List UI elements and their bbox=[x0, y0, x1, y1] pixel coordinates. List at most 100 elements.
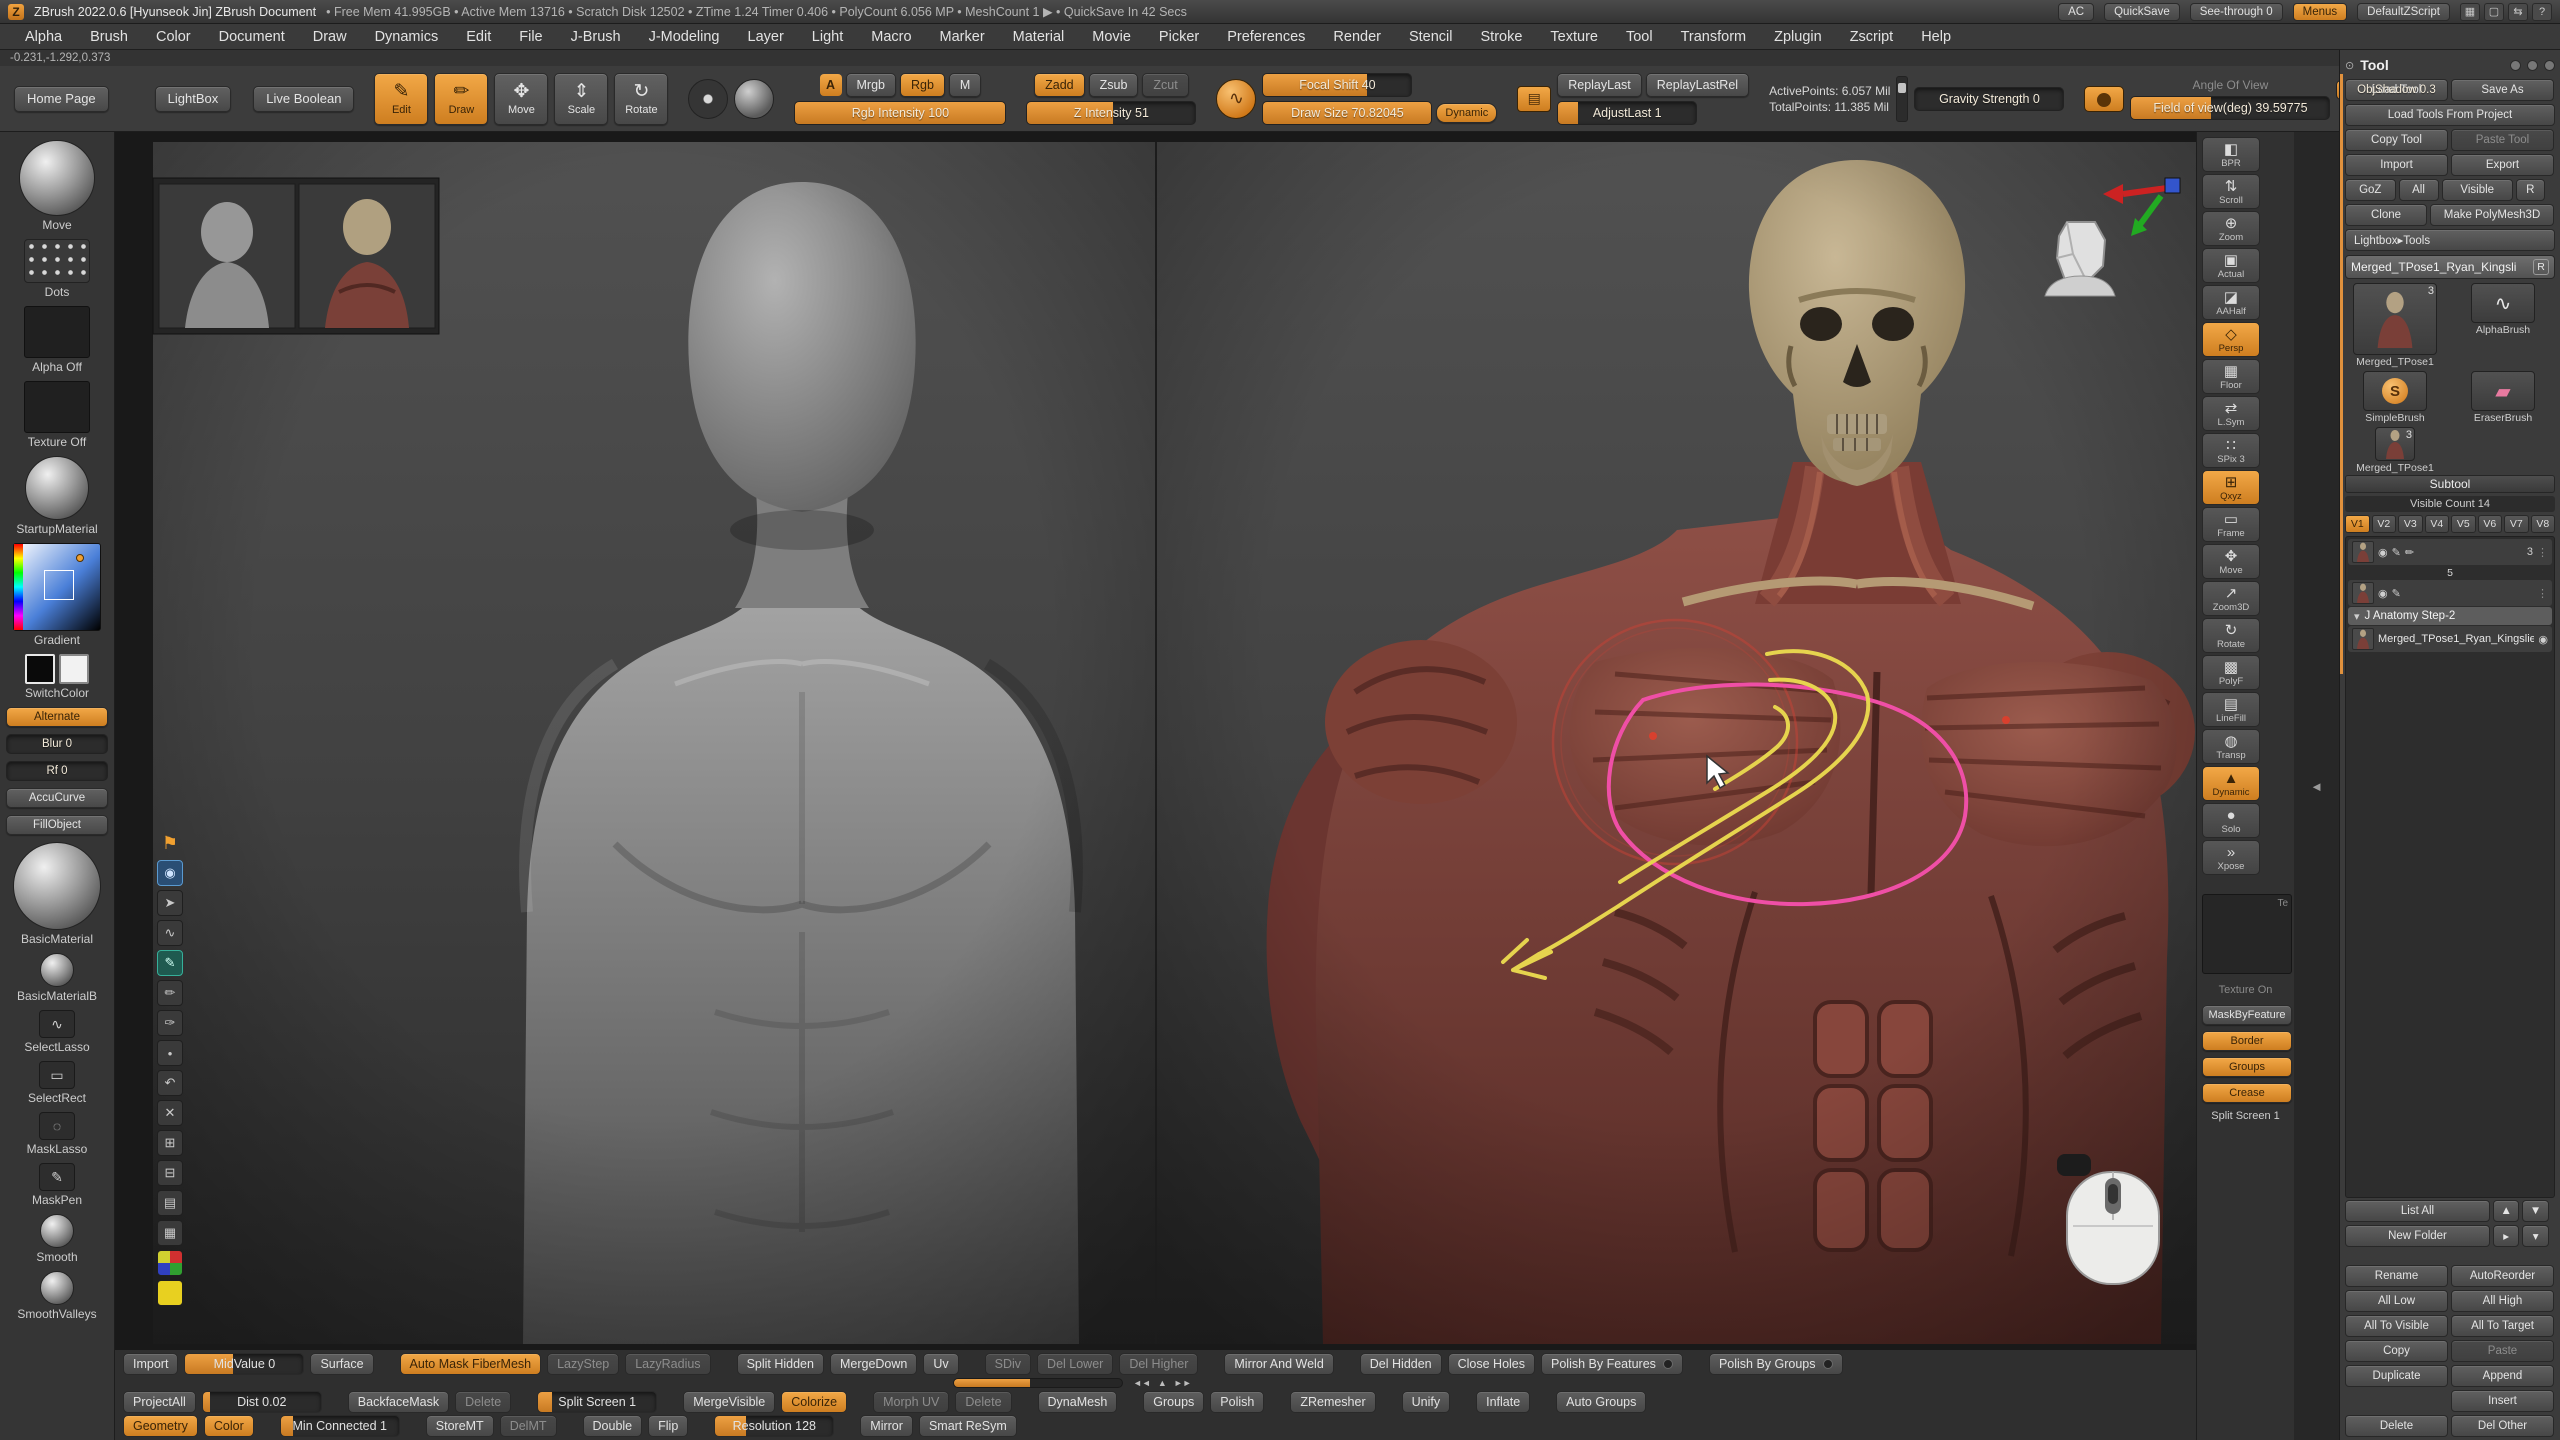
monitor-icon[interactable]: ▢ bbox=[2484, 3, 2504, 21]
surface-button[interactable]: Surface bbox=[310, 1353, 373, 1375]
draw-mode-button[interactable]: ✏ Draw bbox=[434, 73, 488, 125]
save-as-button[interactable]: Save As bbox=[2451, 79, 2554, 101]
split-hidden-button[interactable]: Split Hidden bbox=[737, 1353, 824, 1375]
rotate-button[interactable]: ↻ Rotate bbox=[2202, 618, 2260, 653]
trash-icon[interactable]: ✕ bbox=[157, 1100, 183, 1126]
polish-button[interactable]: Polish bbox=[1210, 1391, 1264, 1413]
paste-tool-button[interactable]: Paste Tool bbox=[2451, 129, 2554, 151]
visible-count-slider[interactable]: Visible Count 14 bbox=[2345, 496, 2555, 512]
paste-button[interactable]: Paste bbox=[2451, 1340, 2554, 1362]
double-button[interactable]: Double bbox=[583, 1415, 643, 1437]
replay-last-button[interactable]: ReplayLast bbox=[1557, 73, 1642, 97]
close-holes-button[interactable]: Close Holes bbox=[1448, 1353, 1535, 1375]
palette-pin-icon[interactable]: ⊙ bbox=[2345, 59, 2354, 72]
polish-by-groups-button[interactable]: Polish By Groups bbox=[1709, 1353, 1843, 1375]
zoom3d-button[interactable]: ↗ Zoom3D bbox=[2202, 581, 2260, 616]
menu-item[interactable]: Marker bbox=[927, 26, 998, 48]
subtool-version-tab[interactable]: V7 bbox=[2504, 515, 2529, 533]
menu-item[interactable]: Dynamics bbox=[362, 26, 452, 48]
mergedown-button[interactable]: MergeDown bbox=[830, 1353, 917, 1375]
eye-icon[interactable]: ◉ bbox=[2378, 546, 2388, 559]
menu-item[interactable]: Brush bbox=[77, 26, 141, 48]
subtool-version-tab[interactable]: V4 bbox=[2425, 515, 2450, 533]
rename-button[interactable]: Rename bbox=[2345, 1265, 2448, 1287]
points-vertical-slider[interactable] bbox=[1896, 76, 1908, 122]
lasso-icon[interactable]: ∿ bbox=[157, 920, 183, 946]
folder-expand-button[interactable]: ▾ bbox=[2522, 1225, 2548, 1247]
groups-button[interactable]: Groups bbox=[2202, 1057, 2292, 1077]
rgb-swatch[interactable] bbox=[157, 1250, 183, 1276]
subtool-version-tab[interactable]: V6 bbox=[2478, 515, 2503, 533]
panel-collapse-arrow-icon[interactable]: ◄ bbox=[2310, 779, 2323, 794]
m-button[interactable]: M bbox=[949, 73, 981, 97]
copy-icon[interactable]: ⊞ bbox=[157, 1130, 183, 1156]
menu-item[interactable]: Color bbox=[143, 26, 204, 48]
pencil-icon[interactable]: ✏ bbox=[157, 980, 183, 1006]
transp-button[interactable]: ◍ Transp bbox=[2202, 729, 2260, 764]
sidebar-item-material[interactable]: StartupMaterial bbox=[6, 456, 108, 536]
goz-visible-button[interactable]: Visible bbox=[2442, 179, 2514, 201]
menu-item[interactable]: Draw bbox=[300, 26, 360, 48]
texture-preview-box[interactable]: Te bbox=[2202, 894, 2292, 974]
eye-icon[interactable]: ◉ bbox=[2538, 633, 2548, 646]
zremesher-button[interactable]: ZRemesher bbox=[1290, 1391, 1375, 1413]
default-zscript-button[interactable]: DefaultZScript bbox=[2357, 3, 2450, 21]
menu-item[interactable]: Transform bbox=[1668, 26, 1760, 48]
menu-item[interactable]: Macro bbox=[858, 26, 924, 48]
document-thumbnails[interactable] bbox=[153, 178, 439, 334]
active-tool-thumbnail[interactable]: 3 bbox=[2353, 283, 2437, 355]
draw-size-slider[interactable]: Draw Size 70.82045 bbox=[1262, 101, 1432, 125]
menu-item[interactable]: Light bbox=[799, 26, 856, 48]
move-button[interactable]: ✥ Move bbox=[2202, 544, 2260, 579]
camera-icon[interactable] bbox=[2084, 86, 2124, 112]
tray-arrow[interactable]: ▲ bbox=[1158, 1378, 1167, 1388]
subtool-version-tab[interactable]: V3 bbox=[2398, 515, 2423, 533]
menu-item[interactable]: Help bbox=[1908, 26, 1964, 48]
clone-button[interactable]: Clone bbox=[2345, 204, 2427, 226]
active-tool-bar[interactable]: Merged_TPose1_Ryan_Kingsli R bbox=[2345, 255, 2555, 279]
midvalue-slider[interactable]: MidValue 0 bbox=[184, 1353, 304, 1375]
flip-button[interactable]: Flip bbox=[648, 1415, 688, 1437]
split-screen-label[interactable]: Split Screen 1 bbox=[2200, 1110, 2291, 1122]
import-bottom-button[interactable]: Import bbox=[123, 1353, 178, 1375]
mergevisible-button[interactable]: MergeVisible bbox=[683, 1391, 775, 1413]
sidebar-item-color-picker[interactable]: Gradient bbox=[6, 543, 108, 647]
rf-slider[interactable]: Rf 0 bbox=[6, 761, 108, 781]
quicksave-button[interactable]: QuickSave bbox=[2104, 3, 2180, 21]
subtool-version-tab[interactable]: V1 bbox=[2345, 515, 2370, 533]
scroll-button[interactable]: ⇅ Scroll bbox=[2202, 174, 2260, 209]
projectall-button[interactable]: ProjectAll bbox=[123, 1391, 196, 1413]
alpha-preview-icon[interactable] bbox=[734, 79, 774, 119]
lazyradius-button[interactable]: LazyRadius bbox=[625, 1353, 710, 1375]
adjust-last-slider[interactable]: AdjustLast 1 bbox=[1557, 101, 1697, 125]
quickpick-pin-icon[interactable]: ⚑ bbox=[157, 830, 183, 856]
all-high-button[interactable]: All High bbox=[2451, 1290, 2554, 1312]
border-button[interactable]: Border bbox=[2202, 1031, 2292, 1051]
paste-icon[interactable]: ⊟ bbox=[157, 1160, 183, 1186]
sidebar-item-alpha[interactable]: Alpha Off bbox=[6, 306, 108, 374]
zsub-button[interactable]: Zsub bbox=[1089, 73, 1139, 97]
menu-item[interactable]: Render bbox=[1320, 26, 1394, 48]
menu-item[interactable]: Material bbox=[1000, 26, 1078, 48]
make-polymesh3d-button[interactable]: Make PolyMesh3D bbox=[2430, 204, 2554, 226]
sidebar-item-select-lasso[interactable]: ∿ SelectLasso bbox=[6, 1010, 108, 1054]
all-to-target-button[interactable]: All To Target bbox=[2451, 1315, 2554, 1337]
sidebar-item-move[interactable]: Move bbox=[6, 140, 108, 232]
goz-button[interactable]: GoZ bbox=[2345, 179, 2396, 201]
morph-uv-button[interactable]: Morph UV bbox=[873, 1391, 949, 1413]
aahalf-button[interactable]: ◪ AAHalf bbox=[2202, 285, 2260, 320]
pen-icon[interactable]: ✎ bbox=[157, 950, 183, 976]
field-of-view-slider[interactable]: Field of view(deg) 39.59775 bbox=[2130, 96, 2330, 120]
subtool-version-tab[interactable]: V8 bbox=[2531, 515, 2556, 533]
export-button[interactable]: Export bbox=[2451, 154, 2554, 176]
new-folder-button[interactable]: New Folder bbox=[2345, 1225, 2490, 1247]
resolution-slider[interactable]: Resolution 128 bbox=[714, 1415, 834, 1437]
dot-icon[interactable]: • bbox=[157, 1040, 183, 1066]
polish-by-features-button[interactable]: Polish By Features bbox=[1541, 1353, 1683, 1375]
groups-button[interactable]: Groups bbox=[1143, 1391, 1204, 1413]
palette-dot-icon[interactable] bbox=[2544, 60, 2555, 71]
actual-button[interactable]: ▣ Actual bbox=[2202, 248, 2260, 283]
mask-by-feature-button[interactable]: MaskByFeature bbox=[2202, 1005, 2292, 1025]
frame-button[interactable]: ▭ Frame bbox=[2202, 507, 2260, 542]
inflate-button[interactable]: Inflate bbox=[1476, 1391, 1530, 1413]
